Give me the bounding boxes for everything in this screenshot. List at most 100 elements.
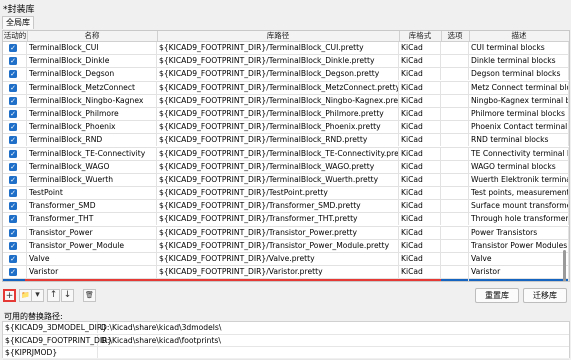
cell-active[interactable]: ✓	[3, 239, 27, 252]
col-format[interactable]: 库格式	[399, 31, 442, 41]
cell-format[interactable]: KiCad	[399, 160, 441, 173]
cell-description[interactable]: Varistor	[469, 266, 569, 279]
cell-format[interactable]: KiCad	[399, 173, 441, 186]
cell-path[interactable]: ${KICAD9_FOOTPRINT_DIR}/TerminalBlock_Ph…	[157, 107, 399, 120]
cell-name[interactable]: TerminalBlock_Phoenix	[27, 121, 157, 134]
active-checkbox[interactable]: ✓	[9, 44, 17, 52]
cell-description[interactable]: Power Transistors	[469, 226, 569, 239]
reset-libraries-button[interactable]: 重置库	[475, 288, 519, 303]
cell-path[interactable]: D:\Kicad\kicad-master\kicad-master\footp…	[157, 279, 399, 281]
active-checkbox[interactable]: ✓	[9, 136, 17, 145]
cell-options[interactable]	[441, 173, 469, 186]
cell-name[interactable]: TestPoint	[27, 187, 157, 200]
cell-active[interactable]: ✓	[3, 160, 27, 173]
active-checkbox[interactable]: ✓	[9, 175, 17, 184]
cell-name[interactable]: Transistor_Power	[27, 226, 157, 239]
cell-options[interactable]	[441, 160, 469, 173]
cell-path[interactable]: ${KICAD9_FOOTPRINT_DIR}/TerminalBlock_TE…	[157, 147, 399, 160]
active-checkbox[interactable]: ✓	[9, 70, 17, 79]
active-checkbox[interactable]: ✓	[9, 109, 17, 118]
table-row[interactable]: ✓ TerminalBlock_Philmore ${KICAD9_FOOTPRIN…	[3, 107, 569, 122]
cell-name[interactable]: TerminalBlock_Dinkle	[27, 55, 157, 68]
table-row[interactable]: ✓ Valve ${KICAD9_FOOTPRINT_DIR}/Valve.pret…	[3, 253, 569, 267]
cell-format[interactable]: KiCad	[399, 213, 441, 226]
table-row[interactable]: ✓ TerminalBlock_WAGO ${KICAD9_FOOTPRINT_DI…	[3, 160, 569, 174]
cell-options[interactable]	[441, 279, 469, 281]
table-row[interactable]: ✓ TerminalBlock_MetzConnect ${KICAD9_FOOTP…	[3, 81, 569, 95]
cell-options[interactable]	[441, 253, 469, 265]
cell-path[interactable]: ${KICAD9_FOOTPRINT_DIR}/TerminalBlock_Ph…	[157, 121, 399, 134]
cell-name[interactable]: Varistor	[27, 266, 157, 279]
cell-format[interactable]: KiCad	[399, 279, 441, 281]
cell-format[interactable]: KiCad	[399, 55, 441, 68]
cell-active[interactable]: ✓	[3, 147, 27, 160]
cell-path[interactable]: ${KICAD9_FOOTPRINT_DIR}/Transistor_Power…	[157, 226, 399, 239]
cell-format[interactable]: KiCad	[399, 239, 441, 252]
cell-description[interactable]: Surface mount transformer	[469, 200, 569, 213]
cell-description[interactable]: Transistor Power Modules	[469, 239, 569, 252]
table-row[interactable]: ✓ Varistor ${KICAD9_FOOTPRINT_DIR}/Varisto…	[3, 266, 569, 280]
table-row[interactable]: ✓ Transformer_THT ${KICAD9_FOOTPRINT_DIR}/…	[3, 213, 569, 227]
cell-active[interactable]: ✓	[3, 279, 27, 281]
cell-options[interactable]	[441, 226, 469, 239]
cell-options[interactable]	[441, 68, 469, 81]
active-checkbox[interactable]: ✓	[9, 96, 17, 105]
cell-description[interactable]: Ningbo-Kagnex terminal blo	[469, 94, 569, 107]
cell-name[interactable]: TerminalBlock_Ningbo-Kagnex	[27, 94, 157, 107]
cell-path[interactable]: ${KICAD9_FOOTPRINT_DIR}/Transformer_THT.…	[157, 213, 399, 226]
cell-description[interactable]: Test points, measurement p	[469, 187, 569, 200]
active-checkbox[interactable]: ✓	[9, 268, 17, 277]
table-row[interactable]: ✓ TerminalBlock_CUI ${KICAD9_FOOTPRINT_DIR…	[3, 42, 569, 56]
cell-description[interactable]: Philmore terminal blocks	[469, 107, 569, 120]
cell-path[interactable]: ${KICAD9_FOOTPRINT_DIR}/TerminalBlock_Me…	[157, 81, 399, 94]
cell-path[interactable]: ${KICAD9_FOOTPRINT_DIR}/TerminalBlock_WA…	[157, 160, 399, 173]
table-row[interactable]: ✓ TerminalBlock_Degson ${KICAD9_FOOTPRINT_…	[3, 68, 569, 82]
cell-name[interactable]: TerminalBlock_TE-Connectivity	[27, 147, 157, 160]
table-row[interactable]: ✓ TerminalBlock_TE-Connectivity ${KICAD9_F…	[3, 147, 569, 161]
cell-active[interactable]: ✓	[3, 107, 27, 120]
cell-format[interactable]: KiCad	[399, 200, 441, 213]
cell-path[interactable]: ${KICAD9_FOOTPRINT_DIR}/TerminalBlock_Di…	[157, 55, 399, 68]
cell-path[interactable]: ${KICAD9_FOOTPRINT_DIR}/TestPoint.pretty	[157, 187, 399, 200]
active-checkbox[interactable]: ✓	[9, 57, 17, 66]
cell-active[interactable]: ✓	[3, 81, 27, 94]
active-checkbox[interactable]: ✓	[9, 255, 17, 263]
active-checkbox[interactable]: ✓	[9, 202, 17, 211]
active-checkbox[interactable]: ✓	[9, 123, 17, 132]
move-down-button[interactable]: ↓	[61, 289, 74, 302]
cell-options[interactable]	[441, 134, 469, 147]
cell-description[interactable]: Wuerth Elektronik terminal	[469, 173, 569, 186]
cell-path[interactable]: ${KICAD9_FOOTPRINT_DIR}/Transistor_Power…	[157, 239, 399, 252]
cell-active[interactable]: ✓	[3, 187, 27, 200]
cell-options[interactable]	[441, 107, 469, 120]
active-checkbox[interactable]: ✓	[9, 241, 17, 250]
tab-global-libraries[interactable]: 全局库	[2, 16, 34, 29]
cell-name[interactable]: TerminalBlock_Philmore	[27, 107, 157, 120]
active-checkbox[interactable]: ✓	[9, 162, 17, 171]
table-row[interactable]: ✓ TerminalBlock_Ningbo-Kagnex ${KICAD9_FOO…	[3, 94, 569, 108]
cell-options[interactable]	[441, 200, 469, 213]
cell-name[interactable]: TerminalBlock_WAGO	[27, 160, 157, 173]
cell-path[interactable]: ${KICAD9_FOOTPRINT_DIR}/Transformer_SMD.…	[157, 200, 399, 213]
active-checkbox[interactable]: ✓	[9, 149, 17, 158]
table-row-selected[interactable]: ✓ Fab_Academy2026D:\Kicad\kicad-master\ki…	[3, 279, 569, 281]
cell-format[interactable]: KiCad	[399, 68, 441, 81]
cell-active[interactable]: ✓	[3, 121, 27, 134]
cell-description[interactable]: RND terminal blocks	[469, 134, 569, 147]
cell-active[interactable]: ✓	[3, 173, 27, 186]
cell-name[interactable]: Fab_Academy2026	[27, 279, 157, 281]
cell-description[interactable]: CUI terminal blocks	[469, 42, 569, 54]
cell-format[interactable]: KiCad	[399, 42, 441, 54]
cell-active[interactable]: ✓	[3, 134, 27, 147]
migrate-libraries-button[interactable]: 迁移库	[523, 288, 567, 303]
table-row[interactable]: ✓ TerminalBlock_Dinkle ${KICAD9_FOOTPRINT_…	[3, 55, 569, 69]
cell-name[interactable]: Transistor_Power_Module	[27, 239, 157, 252]
cell-options[interactable]	[441, 239, 469, 252]
cell-options[interactable]	[441, 94, 469, 107]
cell-path[interactable]: ${KICAD9_FOOTPRINT_DIR}/TerminalBlock_De…	[157, 68, 399, 81]
cell-description[interactable]: TE Connectivity terminal blo	[469, 147, 569, 160]
move-up-button[interactable]: ↑	[47, 289, 60, 302]
active-checkbox[interactable]: ✓	[9, 215, 17, 224]
cell-active[interactable]: ✓	[3, 42, 27, 54]
cell-path[interactable]: ${KICAD9_FOOTPRINT_DIR}/TerminalBlock_RN…	[157, 134, 399, 147]
